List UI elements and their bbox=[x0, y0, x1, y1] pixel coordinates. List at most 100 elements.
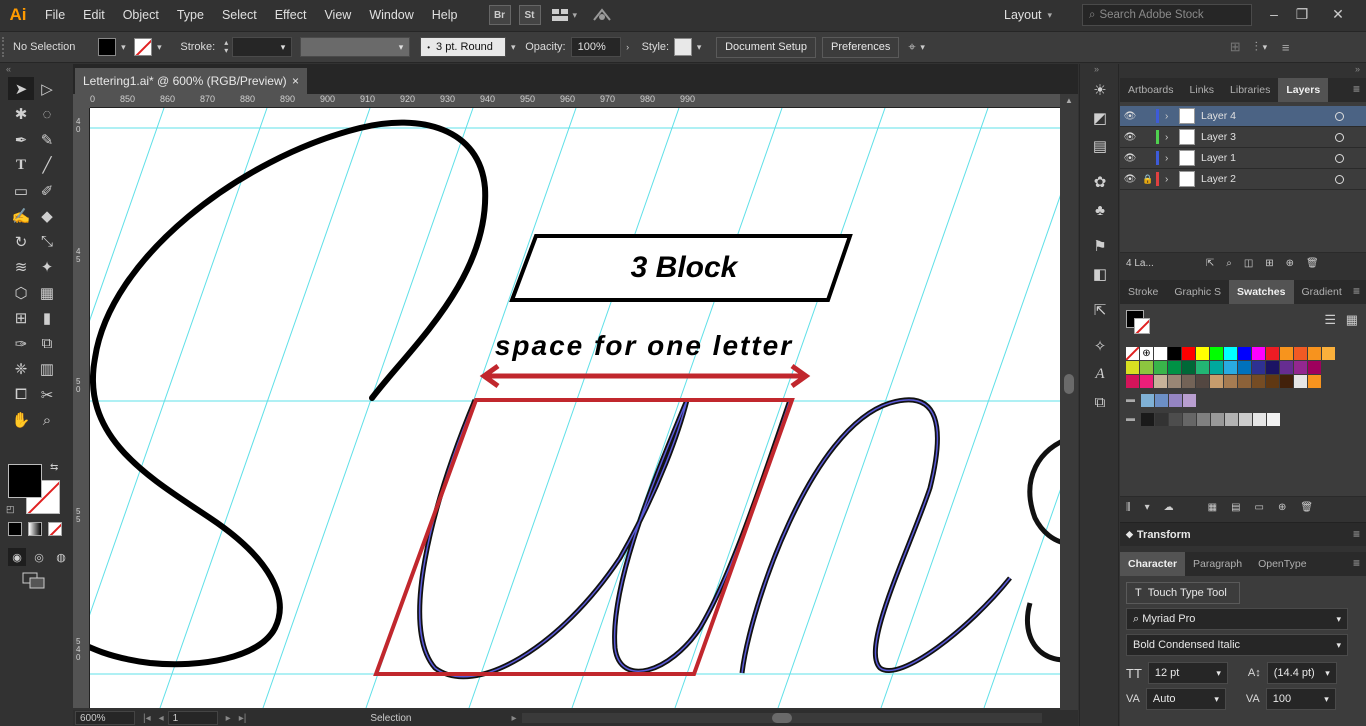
new-swatch-icon[interactable]: ⊕ bbox=[1278, 502, 1286, 513]
tab-swatches[interactable]: Swatches bbox=[1229, 280, 1294, 304]
menu-help[interactable]: Help bbox=[423, 0, 467, 30]
rotate-tool-icon[interactable]: ↻ bbox=[8, 230, 34, 253]
visibility-eye-icon[interactable]: 👁 bbox=[1120, 174, 1140, 185]
appearance-icon[interactable]: ⚑ bbox=[1080, 232, 1120, 260]
chevron-down-icon[interactable]: ▾ bbox=[916, 42, 930, 53]
menu-select[interactable]: Select bbox=[213, 0, 266, 30]
tab-artboards[interactable]: Artboards bbox=[1120, 78, 1182, 102]
swatch[interactable] bbox=[1308, 375, 1321, 388]
glyphs-icon[interactable]: A bbox=[1080, 360, 1120, 388]
delete-swatch-icon[interactable]: 🗑 bbox=[1300, 502, 1313, 513]
new-folder-icon[interactable]: ▭ bbox=[1255, 502, 1264, 513]
color-mode-button[interactable] bbox=[8, 522, 22, 536]
menu-edit[interactable]: Edit bbox=[74, 0, 114, 30]
symbols-icon[interactable]: ♣ bbox=[1080, 196, 1120, 224]
tab-character[interactable]: Character bbox=[1120, 552, 1186, 576]
panel-menu-icon[interactable]: ≡ bbox=[1353, 527, 1360, 541]
swatch[interactable] bbox=[1168, 361, 1181, 374]
h-scrollbar-thumb[interactable] bbox=[772, 713, 793, 723]
font-style-field[interactable]: Bold Condensed Italic ▾ bbox=[1126, 634, 1348, 656]
swatch[interactable] bbox=[1239, 413, 1252, 426]
swatch-none[interactable] bbox=[1126, 347, 1139, 360]
symbol-sprayer-tool-icon[interactable]: ❈ bbox=[8, 358, 34, 381]
swatch[interactable] bbox=[1169, 394, 1182, 407]
menu-type[interactable]: Type bbox=[168, 0, 213, 30]
shaper-tool-icon[interactable]: ✍ bbox=[8, 205, 34, 228]
opacity-arrow-icon[interactable]: › bbox=[621, 42, 635, 52]
type-tool-icon[interactable]: T bbox=[8, 154, 34, 177]
swatch[interactable] bbox=[1168, 375, 1181, 388]
artboard-tool-icon[interactable]: ⧠ bbox=[8, 383, 34, 406]
swatch[interactable] bbox=[1238, 361, 1251, 374]
delete-layer-icon[interactable]: 🗑 bbox=[1306, 258, 1319, 269]
swatch[interactable] bbox=[1210, 361, 1223, 374]
direct-selection-tool-icon[interactable]: ▷ bbox=[34, 77, 60, 100]
vertical-scrollbar[interactable]: ▲ bbox=[1060, 94, 1078, 710]
collapse-right-icon[interactable]: » bbox=[1120, 64, 1366, 78]
bridge-button[interactable]: Br bbox=[488, 5, 511, 25]
layer-name[interactable]: Layer 2 bbox=[1201, 173, 1236, 185]
swatch[interactable] bbox=[1140, 361, 1153, 374]
swatch-options-icon[interactable]: ▦ bbox=[1208, 502, 1217, 513]
panel-menu-icon[interactable]: ≡ bbox=[1282, 40, 1290, 55]
selection-tool-icon[interactable]: ➤ bbox=[8, 77, 34, 101]
restore-button[interactable]: ❐ bbox=[1290, 3, 1314, 25]
tab-layers[interactable]: Layers bbox=[1278, 78, 1329, 102]
swatch[interactable] bbox=[1154, 375, 1167, 388]
swatch[interactable] bbox=[1197, 413, 1210, 426]
swatch[interactable] bbox=[1225, 413, 1238, 426]
gradient-tool-icon[interactable]: ▮ bbox=[34, 307, 60, 330]
show-kinds-icon[interactable]: ▾ bbox=[1145, 502, 1150, 513]
grid-view-icon[interactable]: ▦ bbox=[1346, 312, 1358, 328]
shape-builder-tool-icon[interactable]: ⬡ bbox=[8, 281, 34, 304]
menu-file[interactable]: File bbox=[36, 0, 74, 30]
tracking-field[interactable]: 100 ▾ bbox=[1265, 688, 1336, 710]
lasso-tool-icon[interactable]: ◌ bbox=[34, 103, 60, 126]
artboard-field[interactable]: 1 bbox=[167, 711, 218, 725]
scale-tool-icon[interactable]: ⤡ bbox=[34, 230, 60, 253]
swatch[interactable] bbox=[1126, 375, 1139, 388]
tab-libraries[interactable]: Libraries bbox=[1222, 78, 1278, 102]
swatch[interactable] bbox=[1126, 361, 1139, 374]
warp-tool-icon[interactable]: ≋ bbox=[8, 256, 34, 279]
horizontal-ruler[interactable]: 840 850 860 870 880 890 900 910 920 930 940 950 960 9… bbox=[90, 94, 1060, 108]
font-family-field[interactable]: ⌕ Myriad Pro ▾ bbox=[1126, 608, 1348, 630]
swatch[interactable] bbox=[1196, 347, 1209, 360]
expand-chevron-icon[interactable]: › bbox=[1165, 111, 1179, 122]
swatch[interactable] bbox=[1280, 361, 1293, 374]
visibility-eye-icon[interactable]: 👁 bbox=[1120, 153, 1140, 164]
transparency-icon[interactable]: ⧉ bbox=[1080, 388, 1120, 416]
tab-gradient[interactable]: Gradient bbox=[1294, 280, 1350, 304]
layer-row[interactable]: 👁 › Layer 3 bbox=[1120, 127, 1366, 148]
swatch[interactable] bbox=[1294, 375, 1307, 388]
layer-target-icon[interactable] bbox=[1335, 132, 1344, 142]
stroke-weight-field[interactable]: ▾ bbox=[232, 37, 293, 57]
swatch[interactable] bbox=[1224, 361, 1237, 374]
paintbrush-tool-icon[interactable]: ✐ bbox=[34, 179, 60, 202]
swatch[interactable] bbox=[1253, 413, 1266, 426]
document-setup-button[interactable]: Document Setup bbox=[716, 36, 817, 58]
swatch[interactable] bbox=[1196, 375, 1209, 388]
tab-graphic-styles[interactable]: Graphic S bbox=[1166, 280, 1229, 304]
stock-search-input[interactable]: ⌕ Search Adobe Stock bbox=[1082, 4, 1252, 26]
menu-view[interactable]: View bbox=[315, 0, 360, 30]
color-guide-icon[interactable]: ☀ bbox=[1080, 76, 1120, 104]
swatch[interactable] bbox=[1183, 413, 1196, 426]
mesh-tool-icon[interactable]: ⊞ bbox=[8, 307, 34, 330]
swatch[interactable] bbox=[1238, 375, 1251, 388]
first-artboard-icon[interactable]: |◂ bbox=[143, 713, 151, 724]
scrollbar-thumb[interactable] bbox=[1064, 374, 1074, 394]
swatch-stroke[interactable] bbox=[1134, 318, 1150, 334]
panel-menu-icon[interactable]: ≡ bbox=[1353, 556, 1360, 570]
layer-row[interactable]: 👁 › Layer 1 bbox=[1120, 148, 1366, 169]
zoom-field[interactable]: 600% bbox=[75, 711, 135, 725]
expand-chevron-icon[interactable]: › bbox=[1165, 153, 1179, 164]
swatch[interactable] bbox=[1322, 347, 1335, 360]
rectangle-tool-icon[interactable]: ▭ bbox=[8, 179, 34, 202]
panel-menu-icon[interactable]: ≡ bbox=[1353, 82, 1360, 96]
swatch[interactable] bbox=[1266, 361, 1279, 374]
swatch[interactable] bbox=[1238, 347, 1251, 360]
pathfinder-icon[interactable]: ✧ bbox=[1080, 332, 1120, 360]
swatch[interactable] bbox=[1182, 347, 1195, 360]
close-tab-icon[interactable]: × bbox=[292, 74, 299, 88]
